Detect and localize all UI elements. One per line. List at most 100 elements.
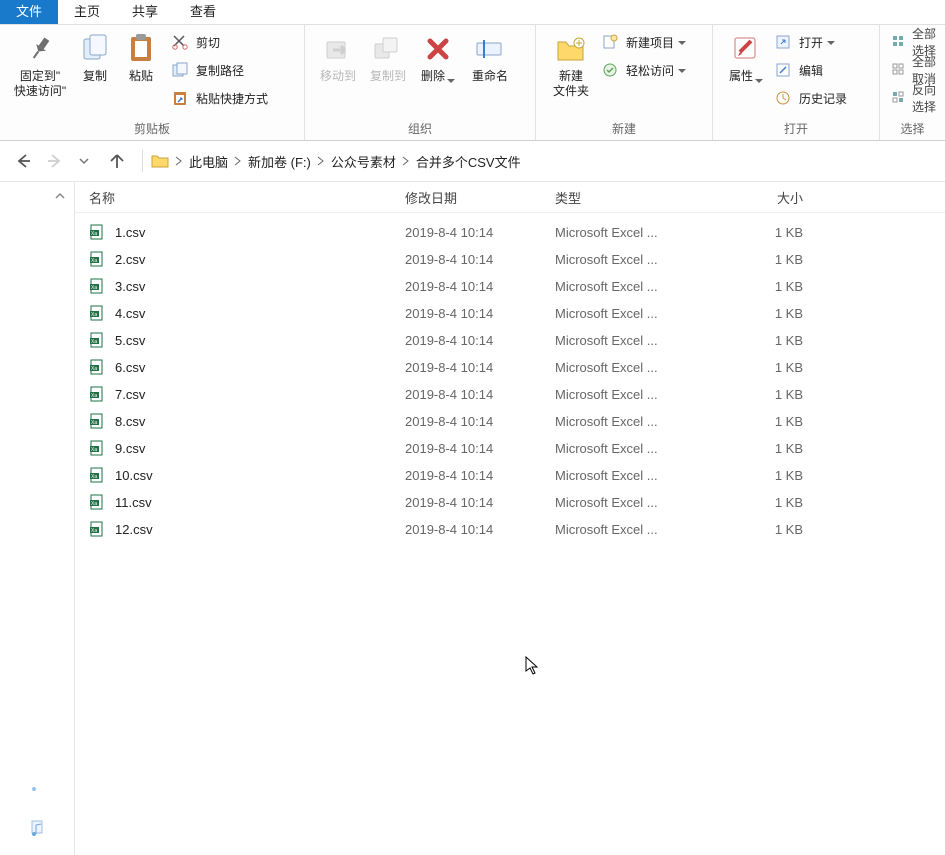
- file-name: 2.csv: [115, 252, 405, 267]
- file-size: 1 KB: [703, 360, 827, 375]
- chevron-right-icon[interactable]: [400, 154, 412, 169]
- invert-selection-button[interactable]: 反向选择: [892, 87, 937, 109]
- tab-view[interactable]: 查看: [174, 0, 232, 24]
- chevron-right-icon[interactable]: [232, 154, 244, 169]
- paste-button[interactable]: 粘贴: [118, 29, 164, 84]
- file-date: 2019-8-4 10:14: [405, 468, 555, 483]
- copy-path-label: 复制路径: [196, 62, 244, 79]
- select-all-icon: [892, 33, 906, 51]
- pin-label: 固定到" 快速访问": [14, 69, 66, 99]
- paste-shortcut-button[interactable]: 粘贴快捷方式: [170, 87, 268, 109]
- delete-label: 删除: [421, 69, 455, 84]
- forward-button[interactable]: [46, 152, 64, 170]
- column-headers: 名称 修改日期 类型 大小: [75, 182, 945, 213]
- ribbon-group-open: 属性 打开 编辑: [713, 25, 880, 140]
- table-row[interactable]: Xa4.csv2019-8-4 10:14Microsoft Excel ...…: [89, 300, 945, 327]
- table-row[interactable]: Xa9.csv2019-8-4 10:14Microsoft Excel ...…: [89, 435, 945, 462]
- file-size: 1 KB: [703, 387, 827, 402]
- copy-path-button[interactable]: 复制路径: [170, 59, 268, 81]
- copy-to-button[interactable]: 复制到: [363, 29, 413, 84]
- file-type: Microsoft Excel ...: [555, 279, 703, 294]
- delete-button[interactable]: 删除: [413, 29, 463, 84]
- breadcrumb-segment[interactable]: 此电脑: [185, 152, 232, 171]
- table-row[interactable]: Xa12.csv2019-8-4 10:14Microsoft Excel ..…: [89, 516, 945, 543]
- new-folder-button[interactable]: 新建 文件夹: [544, 29, 598, 99]
- breadcrumb-segment[interactable]: 合并多个CSV文件: [412, 152, 525, 171]
- easy-access-button[interactable]: 轻松访问: [600, 59, 686, 81]
- cut-label: 剪切: [196, 34, 220, 51]
- table-row[interactable]: Xa6.csv2019-8-4 10:14Microsoft Excel ...…: [89, 354, 945, 381]
- table-row[interactable]: Xa8.csv2019-8-4 10:14Microsoft Excel ...…: [89, 408, 945, 435]
- file-size: 1 KB: [703, 252, 827, 267]
- copy-button[interactable]: 复制: [72, 29, 118, 84]
- new-item-button[interactable]: 新建项目: [600, 31, 686, 53]
- chevron-right-icon[interactable]: [315, 154, 327, 169]
- edit-button[interactable]: 编辑: [773, 59, 847, 81]
- paste-shortcut-label: 粘贴快捷方式: [196, 90, 268, 107]
- file-list-pane: 名称 修改日期 类型 大小 Xa1.csv2019-8-4 10:14Micro…: [75, 182, 945, 855]
- paste-label: 粘贴: [129, 69, 153, 84]
- new-item-icon: [600, 33, 620, 51]
- csv-file-icon: Xa: [89, 413, 107, 431]
- breadcrumb-segment[interactable]: 新加卷 (F:): [244, 152, 315, 171]
- pin-to-quick-access-button[interactable]: 固定到" 快速访问": [8, 29, 72, 99]
- sidebar-pictures-icon[interactable]: [28, 782, 46, 801]
- table-row[interactable]: Xa7.csv2019-8-4 10:14Microsoft Excel ...…: [89, 381, 945, 408]
- ribbon-group-new: 新建 文件夹 新建项目 轻松访问 新建: [536, 25, 713, 140]
- properties-button[interactable]: 属性: [721, 29, 771, 84]
- column-date[interactable]: 修改日期: [405, 188, 555, 207]
- file-size: 1 KB: [703, 522, 827, 537]
- file-date: 2019-8-4 10:14: [405, 441, 555, 456]
- csv-file-icon: Xa: [89, 521, 107, 539]
- file-size: 1 KB: [703, 306, 827, 321]
- column-type[interactable]: 类型: [555, 188, 703, 207]
- deselect-all-button[interactable]: 全部取消: [892, 59, 937, 81]
- tab-file[interactable]: 文件: [0, 0, 58, 24]
- table-row[interactable]: Xa10.csv2019-8-4 10:14Microsoft Excel ..…: [89, 462, 945, 489]
- tab-share[interactable]: 共享: [116, 0, 174, 24]
- cut-button[interactable]: 剪切: [170, 31, 268, 53]
- table-row[interactable]: Xa1.csv2019-8-4 10:14Microsoft Excel ...…: [89, 219, 945, 246]
- file-name: 12.csv: [115, 522, 405, 537]
- deselect-all-icon: [892, 61, 906, 79]
- chevron-right-icon[interactable]: [173, 154, 185, 169]
- rename-button[interactable]: 重命名: [463, 29, 517, 84]
- table-row[interactable]: Xa11.csv2019-8-4 10:14Microsoft Excel ..…: [89, 489, 945, 516]
- csv-file-icon: Xa: [89, 494, 107, 512]
- csv-file-icon: Xa: [89, 251, 107, 269]
- breadcrumb-segment[interactable]: 公众号素材: [327, 152, 400, 171]
- group-label-organize: 组织: [313, 118, 527, 140]
- history-button[interactable]: 历史记录: [773, 87, 847, 109]
- table-row[interactable]: Xa5.csv2019-8-4 10:14Microsoft Excel ...…: [89, 327, 945, 354]
- file-type: Microsoft Excel ...: [555, 522, 703, 537]
- back-button[interactable]: [14, 152, 32, 170]
- folder-icon: [149, 151, 171, 171]
- file-name: 3.csv: [115, 279, 405, 294]
- copy-label: 复制: [83, 69, 107, 84]
- ribbon-group-organize: 移动到 复制到 删除 重命名 组织: [305, 25, 536, 140]
- invert-selection-icon: [892, 89, 906, 107]
- recent-locations-button[interactable]: [78, 155, 90, 167]
- csv-file-icon: Xa: [89, 386, 107, 404]
- properties-label: 属性: [729, 69, 763, 84]
- chevron-up-icon[interactable]: [54, 190, 68, 204]
- open-button[interactable]: 打开: [773, 31, 847, 53]
- file-type: Microsoft Excel ...: [555, 333, 703, 348]
- rename-icon: [473, 31, 507, 67]
- svg-text:Xa: Xa: [91, 366, 97, 372]
- new-item-label: 新建项目: [626, 34, 686, 51]
- navigation-pane[interactable]: [0, 182, 75, 855]
- up-button[interactable]: [108, 152, 126, 170]
- select-all-button[interactable]: 全部选择: [892, 31, 937, 53]
- address-bar: 此电脑新加卷 (F:) 公众号素材合并多个CSV文件: [0, 141, 945, 182]
- sidebar-music-icon[interactable]: [29, 819, 45, 840]
- column-size[interactable]: 大小: [703, 188, 827, 207]
- file-name: 4.csv: [115, 306, 405, 321]
- column-name[interactable]: 名称: [89, 188, 405, 207]
- table-row[interactable]: Xa3.csv2019-8-4 10:14Microsoft Excel ...…: [89, 273, 945, 300]
- tab-home[interactable]: 主页: [58, 0, 116, 24]
- table-row[interactable]: Xa2.csv2019-8-4 10:14Microsoft Excel ...…: [89, 246, 945, 273]
- move-to-button[interactable]: 移动到: [313, 29, 363, 84]
- file-date: 2019-8-4 10:14: [405, 279, 555, 294]
- file-name: 1.csv: [115, 225, 405, 240]
